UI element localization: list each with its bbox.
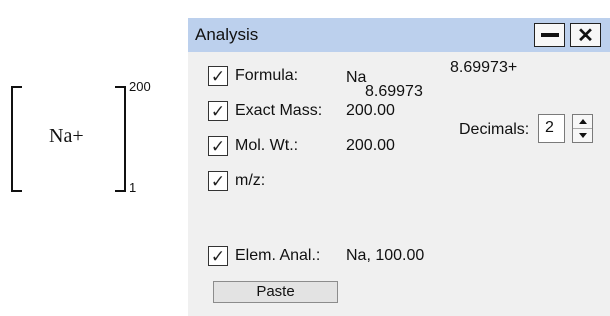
formula-superscript: 8.69973+ bbox=[450, 59, 518, 76]
left-bracket bbox=[11, 86, 22, 192]
mz-label: m/z: bbox=[235, 172, 266, 189]
spinner-down-button[interactable] bbox=[573, 129, 592, 142]
elem-anal-checkbox[interactable]: ✓ bbox=[208, 246, 228, 266]
exact-mass-checkbox[interactable]: ✓ bbox=[208, 101, 228, 121]
chevron-down-icon bbox=[578, 133, 587, 138]
analysis-window: Analysis ✕ ✓ Formula: Na 8.69973 8.69973… bbox=[188, 18, 610, 316]
window-title: Analysis bbox=[195, 25, 259, 44]
exact-mass-value: 200.00 bbox=[346, 102, 395, 119]
decimals-input[interactable]: 2 bbox=[538, 114, 565, 143]
minimize-icon bbox=[540, 33, 559, 37]
minimize-button[interactable] bbox=[534, 23, 565, 47]
repeat-lower-count: 1 bbox=[129, 180, 137, 195]
formula-row: ✓ Formula: Na 8.69973 8.69973+ bbox=[208, 59, 528, 100]
repeat-upper-count: 200 bbox=[129, 79, 151, 94]
formula-subscript: 8.69973 bbox=[365, 83, 423, 100]
check-icon: ✓ bbox=[210, 101, 226, 121]
mol-wt-row: ✓ Mol. Wt.: 200.00 bbox=[208, 135, 448, 159]
mz-row: ✓ m/z: bbox=[208, 170, 448, 194]
exact-mass-row: ✓ Exact Mass: 200.00 bbox=[208, 100, 448, 124]
mol-wt-label: Mol. Wt.: bbox=[235, 137, 299, 154]
decimals-label: Decimals: bbox=[459, 121, 530, 138]
structure-label: Na+ bbox=[49, 125, 84, 147]
formula-element: Na bbox=[346, 69, 367, 86]
elem-anal-value: Na, 100.00 bbox=[346, 247, 425, 264]
close-icon: ✕ bbox=[577, 24, 594, 47]
check-icon: ✓ bbox=[210, 136, 226, 156]
mol-wt-value: 200.00 bbox=[346, 137, 395, 154]
spinner-up-button[interactable] bbox=[573, 115, 592, 129]
elem-anal-label: Elem. Anal.: bbox=[235, 247, 321, 264]
exact-mass-label: Exact Mass: bbox=[235, 102, 323, 119]
decimals-spinner[interactable] bbox=[572, 114, 593, 143]
check-icon: ✓ bbox=[210, 246, 226, 266]
right-bracket bbox=[115, 86, 126, 192]
structure-canvas: Na+ 200 1 bbox=[0, 0, 185, 316]
elem-anal-row: ✓ Elem. Anal.: Na, 100.00 bbox=[208, 245, 468, 269]
mz-checkbox[interactable]: ✓ bbox=[208, 171, 228, 191]
chevron-up-icon bbox=[578, 119, 587, 124]
close-button[interactable]: ✕ bbox=[570, 23, 601, 47]
paste-button[interactable]: Paste bbox=[213, 281, 338, 303]
check-icon: ✓ bbox=[210, 66, 226, 86]
check-icon: ✓ bbox=[210, 171, 226, 191]
mol-wt-checkbox[interactable]: ✓ bbox=[208, 136, 228, 156]
formula-checkbox[interactable]: ✓ bbox=[208, 66, 228, 86]
formula-label: Formula: bbox=[235, 67, 299, 84]
title-bar[interactable]: Analysis ✕ bbox=[188, 18, 610, 52]
